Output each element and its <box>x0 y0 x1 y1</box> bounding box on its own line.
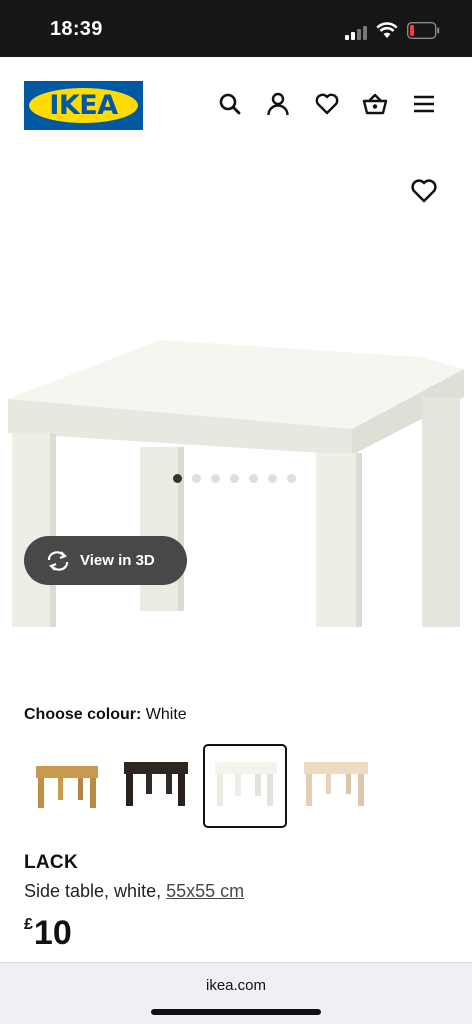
colour-chooser-label: Choose colour: White <box>24 706 187 724</box>
pagination-dot[interactable] <box>192 474 201 483</box>
account-icon[interactable] <box>265 91 291 117</box>
cellular-signal-icon <box>345 24 369 40</box>
gallery-pagination <box>173 474 296 483</box>
site-header: IKEA <box>0 57 472 157</box>
product-size-link[interactable]: 55x55 cm <box>166 881 244 901</box>
product-price: £10 <box>24 914 72 953</box>
swatch-white-image <box>215 762 277 806</box>
product-gallery[interactable]: View in 3D <box>0 157 472 627</box>
swatch-oak-image <box>36 766 98 808</box>
selected-colour: White <box>145 706 187 723</box>
product-description: Side table, white, 55x55 cm <box>24 881 244 902</box>
swatch-white-stained-oak[interactable] <box>294 744 378 828</box>
pagination-dot[interactable] <box>230 474 239 483</box>
search-icon[interactable] <box>217 91 243 117</box>
colour-swatches <box>24 744 464 830</box>
battery-icon <box>407 22 440 39</box>
choose-colour-label: Choose colour: <box>24 706 142 723</box>
pagination-dot[interactable] <box>268 474 277 483</box>
pagination-dot[interactable] <box>249 474 258 483</box>
status-time: 18:39 <box>50 18 103 40</box>
price-currency: £ <box>24 916 33 933</box>
wifi-icon <box>376 22 398 38</box>
view-in-3d-button[interactable]: View in 3D <box>24 536 187 585</box>
add-to-favourites-icon[interactable] <box>409 176 439 206</box>
browser-url[interactable]: ikea.com <box>0 977 472 994</box>
ikea-logo[interactable]: IKEA <box>24 81 143 130</box>
home-indicator <box>151 1009 321 1015</box>
favourites-icon[interactable] <box>314 91 340 117</box>
swatch-white-stained-oak-image <box>304 762 368 806</box>
menu-icon[interactable] <box>411 91 437 117</box>
swatch-black-brown[interactable] <box>114 744 198 828</box>
rotate-3d-icon <box>47 550 69 571</box>
shopping-bag-icon[interactable] <box>362 91 388 117</box>
price-value: 10 <box>33 914 72 952</box>
pagination-dot[interactable] <box>211 474 220 483</box>
pagination-dot[interactable] <box>173 474 182 483</box>
product-description-text: Side table, white, <box>24 881 162 901</box>
logo-text: IKEA <box>49 90 118 121</box>
view-in-3d-label: View in 3D <box>80 552 155 569</box>
swatch-oak[interactable] <box>24 744 108 828</box>
swatch-black-brown-image <box>124 762 188 806</box>
pagination-dot[interactable] <box>287 474 296 483</box>
swatch-white[interactable] <box>203 744 287 828</box>
product-name: LACK <box>24 852 78 873</box>
browser-address-bar[interactable]: ikea.com <box>0 962 472 1024</box>
status-bar: 18:39 <box>0 0 472 57</box>
